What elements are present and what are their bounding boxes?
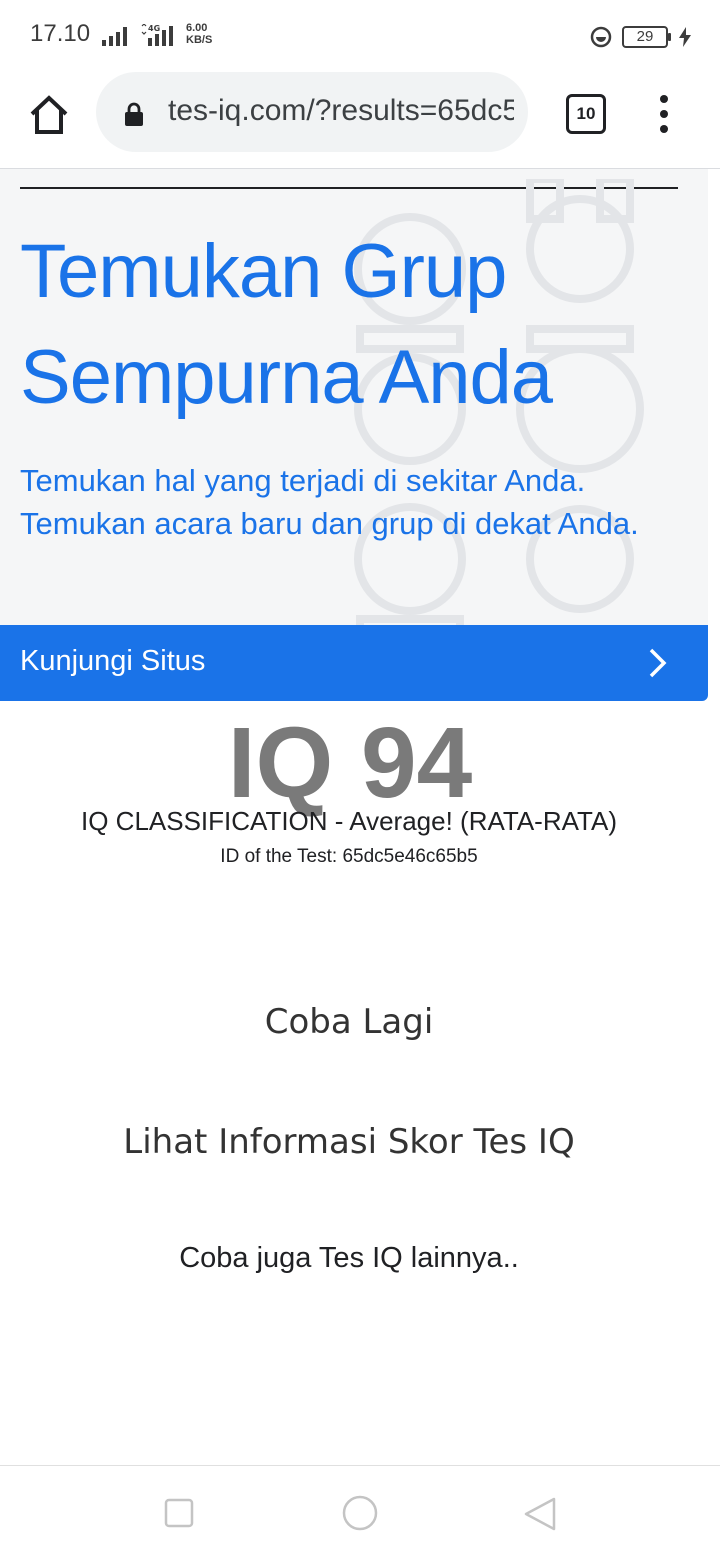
visit-site-label: Kunjungi Situs [20, 645, 206, 677]
lock-icon [125, 102, 143, 126]
iq-score: IQ 94 [227, 707, 473, 819]
ad-description: Temukan hal yang terjadi di sekitar Anda… [20, 463, 639, 541]
status-right: 29 [590, 26, 692, 48]
mobile-data-icon: 4G [141, 24, 173, 46]
network-type: 4G [148, 24, 160, 33]
tab-switcher-button[interactable]: 10 [566, 94, 606, 134]
network-speed-value: 6.00 [186, 22, 208, 34]
network-speed-unit: KB/S [186, 34, 213, 46]
status-bar: 17.10 4G 6.00 KB/S 29 [0, 0, 720, 72]
triangle-icon[interactable] [522, 1496, 558, 1532]
status-time: 17.10 [30, 20, 91, 47]
system-navigation-bar [0, 1465, 720, 1561]
more-tests-link[interactable]: Coba juga Tes IQ lainnya.. [0, 1242, 698, 1275]
iq-classification: IQ CLASSIFICATION - Average! (RATA-RATA) [81, 806, 617, 836]
circle-icon[interactable] [341, 1494, 379, 1532]
browser-toolbar: tes-iq.com/?results=65dc5e46c65b5 10 [0, 72, 720, 169]
visit-site-button[interactable]: Kunjungi Situs [0, 625, 708, 701]
ad-headline: Temukan Grup Sempurna Anda [20, 229, 553, 420]
charging-icon [679, 27, 691, 47]
address-bar[interactable]: tes-iq.com/?results=65dc5e46c65b5 [96, 72, 528, 152]
url-text[interactable]: tes-iq.com/?results=65dc5e46c65b5 [168, 94, 514, 134]
home-icon[interactable] [26, 92, 72, 138]
data-saver-icon [590, 26, 612, 48]
more-options-icon[interactable] [652, 94, 676, 134]
test-id: ID of the Test: 65dc5e46c65b5 [220, 846, 478, 867]
network-speed: 6.00 KB/S [186, 22, 212, 46]
advertisement-banner[interactable]: Temukan Grup Sempurna Anda Temukan hal y… [0, 169, 708, 701]
score-info-link[interactable]: Lihat Informasi Skor Tes IQ [0, 1122, 698, 1162]
square-icon[interactable] [164, 1498, 194, 1528]
chevron-right-icon [649, 648, 667, 678]
retry-link[interactable]: Coba Lagi [0, 1002, 698, 1042]
signal-icon [102, 27, 127, 46]
battery-indicator: 29 [622, 26, 671, 48]
